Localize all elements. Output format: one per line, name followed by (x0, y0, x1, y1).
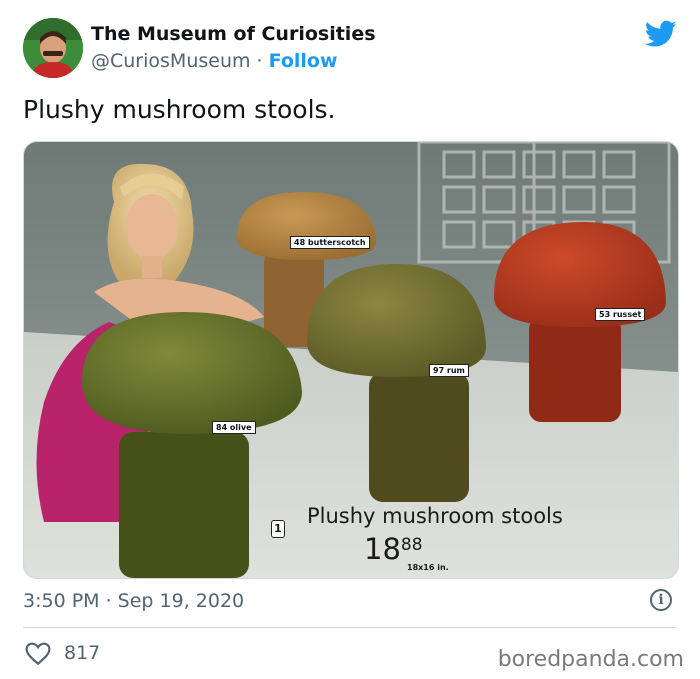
info-glyph: i (658, 592, 664, 608)
caption-number-box: 1 (271, 520, 285, 538)
tag-butterscotch: 48 butterscotch (290, 236, 370, 249)
handle[interactable]: @CuriosMuseum (91, 50, 251, 72)
divider (23, 627, 677, 628)
timestamp[interactable]: 3:50 PM · Sep 19, 2020 (23, 590, 244, 612)
tweet-media-image[interactable]: 48 butterscotch 53 russet 97 rum 84 oliv… (23, 141, 679, 579)
handle-row: @CuriosMuseum · Follow (91, 50, 338, 72)
caption-number: 1 (274, 522, 282, 535)
image-caption: Plushy mushroom stools (307, 504, 563, 528)
like-count[interactable]: 817 (64, 642, 100, 664)
price-cents: 88 (400, 535, 423, 555)
size-label: 18x16 in. (407, 563, 449, 572)
price: 1888 (364, 532, 423, 566)
heart-icon[interactable] (25, 642, 51, 666)
display-name[interactable]: The Museum of Curiosities (91, 23, 376, 45)
price-dollars: 18 (364, 532, 401, 566)
tag-rum: 97 rum (429, 364, 469, 377)
watermark: boredpanda.com (497, 647, 684, 672)
tag-olive: 84 olive (212, 421, 256, 434)
info-icon[interactable]: i (650, 589, 672, 611)
separator-dot: · (256, 50, 263, 72)
tag-russet-label: 53 russet (599, 310, 642, 319)
tag-rum-label: 97 rum (433, 366, 465, 375)
tweet-text: Plushy mushroom stools. (23, 95, 336, 124)
tag-russet: 53 russet (595, 308, 646, 321)
twitter-bird-icon[interactable] (645, 20, 677, 48)
tweet-card: The Museum of Curiosities @CuriosMuseum … (0, 0, 700, 679)
tag-butterscotch-label: 48 butterscotch (294, 238, 366, 247)
tag-olive-label: 84 olive (216, 423, 252, 432)
follow-button[interactable]: Follow (269, 50, 338, 72)
avatar[interactable] (23, 18, 83, 78)
